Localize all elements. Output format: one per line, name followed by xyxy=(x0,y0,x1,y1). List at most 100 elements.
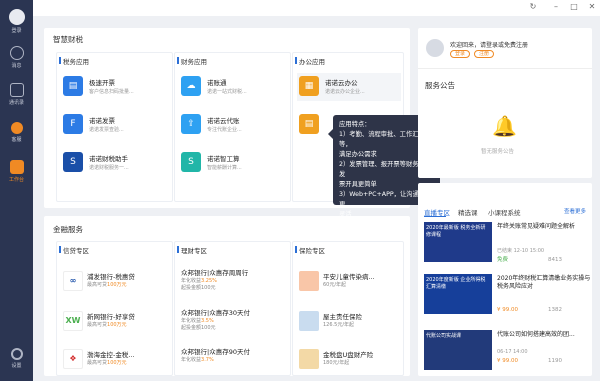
course-time: 已结束 12-10 15:00 xyxy=(497,248,545,254)
course-item[interactable]: 2020年度新版 企业所得税汇算清缴 2020年终财税汇算清缴业务实操与税务风险… xyxy=(424,274,592,318)
item-detail: 最高可贷100万元 xyxy=(87,360,127,366)
bank-logo-icon: ∞ xyxy=(63,271,83,291)
chat-icon xyxy=(9,46,24,60)
app-name: 诺诺财税助手 xyxy=(89,155,128,163)
app-item[interactable]: F 诺诺发票 诺诺发票查验... xyxy=(61,111,173,139)
smart-tax-title: 智慧财税 xyxy=(53,35,83,44)
section-title: 保险专区 xyxy=(295,246,325,255)
app-name: 诺诺云代账 xyxy=(207,117,240,125)
app-desc: 诺诺发票查验... xyxy=(89,127,124,133)
wealth-section: 理财专区 众邦银行|众惠存周周行 年化收益3.25% 起投金额100元 众邦银行… xyxy=(174,241,291,376)
app-item[interactable]: S 诺诺智工算 智能薪酬计算... xyxy=(179,149,291,177)
sidebar-item-label: 设置 xyxy=(11,363,22,369)
minimize-icon[interactable]: – xyxy=(551,2,561,11)
item-name: 新网银行-好享贷 xyxy=(87,313,135,321)
item-price: 126.5元/年起 xyxy=(323,322,354,328)
insurance-item[interactable]: 金税盘U盘财产险 180元/年起 xyxy=(297,346,407,376)
course-price: ¥ 99.00 1190 xyxy=(497,358,562,364)
item-name: 浦发银行-税惠贷 xyxy=(87,273,135,281)
section-title: 理财专区 xyxy=(177,246,207,255)
title-bar: ↻ – □ ✕ xyxy=(33,0,600,16)
section-title: 税务应用 xyxy=(59,57,89,66)
more-link[interactable]: 查看更多 xyxy=(564,207,586,215)
app-desc: 诺诺一站式财税... xyxy=(207,89,247,95)
loan-item[interactable]: ❖ 渤海金控-金税... 最高可贷100万元 xyxy=(61,346,171,376)
sidebar-item-label: 客服 xyxy=(11,137,22,143)
item-name: 众邦银行|众惠存周周行 xyxy=(181,269,249,277)
cloud-upload-icon: ⇪ xyxy=(181,114,201,134)
calculator-icon: S xyxy=(181,152,201,172)
item-price: 180元/年起 xyxy=(323,360,350,366)
insurance-item[interactable]: 平安儿童传染病... 60元/年起 xyxy=(297,268,407,298)
register-button[interactable]: 注册 xyxy=(474,50,494,58)
app-item[interactable]: ⇪ 诺诺云代账 专注代账企业... xyxy=(179,111,291,139)
insurance-item[interactable]: 屋主责任保险 126.5元/年起 xyxy=(297,308,407,338)
close-icon[interactable]: ✕ xyxy=(587,2,597,11)
item-detail: 年化收益3.7% xyxy=(181,357,214,363)
divider xyxy=(418,68,592,69)
fapiao-icon: F xyxy=(63,114,83,134)
section-title: 信贷专区 xyxy=(59,246,89,255)
item-name: 屋主责任保险 xyxy=(323,313,362,321)
welcome-text: 欢迎回来，请登录或免费注册 xyxy=(450,42,529,49)
app-desc: 诺诺云办公企业... xyxy=(325,89,365,95)
tab-featured[interactable]: 精选课 xyxy=(458,207,478,217)
document-icon: ▤ xyxy=(299,114,319,134)
tab-mini-course[interactable]: 小课程系统 xyxy=(488,207,521,217)
sidebar-item-service[interactable]: 客服 xyxy=(0,122,33,143)
app-name: 诺诺发票 xyxy=(89,117,115,125)
insurance-section: 保险专区 平安儿童传染病... 60元/年起 屋主责任保险 126.5元/年起 … xyxy=(292,241,404,376)
item-name: 渤海金控-金税... xyxy=(87,351,135,359)
finance-apps-section: 财务应用 ☁ 诺账通 诺诺一站式财税... ⇪ 诺诺云代账 专注代账企业... … xyxy=(174,52,291,202)
course-price: ¥ 99.00 1382 xyxy=(497,307,562,313)
workbench-icon xyxy=(9,160,24,174)
loan-item[interactable]: ∞ 浦发银行-税惠贷 最高可贷100万元 xyxy=(61,268,171,298)
announcement-empty: 暂无服务公告 xyxy=(481,149,515,155)
item-detail: 最高可贷100万元 xyxy=(87,322,127,328)
app-name: 极速开票 xyxy=(89,79,115,87)
app-desc: 智能薪酬计算... xyxy=(207,165,242,171)
course-price: 免费 8413 xyxy=(497,257,563,263)
wealth-item[interactable]: 众邦银行|众惠存90天付 年化收益3.7% xyxy=(181,343,291,373)
course-item[interactable]: 2020年最新版 税务全新研修课程 年终关账常见疑难问题全解析 已结束 12-1… xyxy=(424,222,592,266)
sidebar-item-messages[interactable]: 消息 xyxy=(0,46,33,69)
loan-item[interactable]: XW 新网银行-好享贷 最高可贷100万元 xyxy=(61,308,171,338)
maximize-icon[interactable]: □ xyxy=(569,2,579,11)
app-name: 诺诺云办公 xyxy=(325,79,358,87)
avatar-icon xyxy=(8,9,25,25)
sidebar-item-label: 登录 xyxy=(11,28,22,34)
office-icon: ▦ xyxy=(299,76,319,96)
item-name: 金税盘U盘财产险 xyxy=(323,351,374,359)
sidebar-item-label: 工作台 xyxy=(8,177,24,183)
login-button[interactable]: 登录 xyxy=(450,50,470,58)
wealth-item[interactable]: 众邦银行|众惠存30天付 年化收益3.5% 起投金额100元 xyxy=(181,304,291,334)
sidebar-item-settings[interactable]: 设置 xyxy=(0,348,33,369)
app-item[interactable]: ☁ 诺账通 诺诺一站式财税... xyxy=(179,73,291,101)
item-detail: 最高可贷100万元 xyxy=(87,282,127,288)
sidebar-item-label: 消息 xyxy=(11,63,22,69)
sidebar-item-workbench[interactable]: 工作台 xyxy=(0,160,33,183)
sidebar-item-login[interactable]: 登录 xyxy=(0,9,33,34)
wealth-item[interactable]: 众邦银行|众惠存周周行 年化收益3.25% 起投金额100元 xyxy=(181,264,291,294)
product-thumbnail xyxy=(299,311,319,331)
app-desc: 专注代账企业... xyxy=(207,127,242,133)
finance-title: 金融服务 xyxy=(53,225,83,234)
user-panel: 欢迎回来，请登录或免费注册 登录 注册 服务公告 🔔 暂无服务公告 xyxy=(418,28,592,178)
sidebar-item-contacts[interactable]: 通讯录 xyxy=(0,83,33,106)
headset-icon xyxy=(10,122,23,134)
refresh-icon[interactable]: ↻ xyxy=(528,2,538,11)
item-detail: 起投金额100元 xyxy=(181,285,216,291)
app-item[interactable]: ▤ 极速开票 客户信息扫码批量... xyxy=(61,73,173,101)
item-name: 平安儿童传染病... xyxy=(323,273,375,281)
finance-panel: 金融服务 信贷专区 ∞ 浦发银行-税惠贷 最高可贷100万元 XW 新网银行-好… xyxy=(44,216,410,376)
item-name: 众邦银行|众惠存90天付 xyxy=(181,348,250,356)
app-desc: 诺诺财税服务一... xyxy=(89,165,129,171)
app-item[interactable]: ▦ 诺诺云办公 诺诺云办公企业... xyxy=(297,73,401,101)
app-name: 诺诺智工算 xyxy=(207,155,240,163)
course-item[interactable]: 代账公司实战课 代账公司如何搭建高效的团... 06-17 14:00 ¥ 99… xyxy=(424,330,592,374)
item-detail: 起投金额100元 xyxy=(181,325,216,331)
avatar[interactable] xyxy=(426,39,444,57)
cloud-icon: ☁ xyxy=(181,76,201,96)
announcement-title: 服务公告 xyxy=(425,81,455,90)
app-item[interactable]: S 诺诺财税助手 诺诺财税服务一... xyxy=(61,149,173,177)
